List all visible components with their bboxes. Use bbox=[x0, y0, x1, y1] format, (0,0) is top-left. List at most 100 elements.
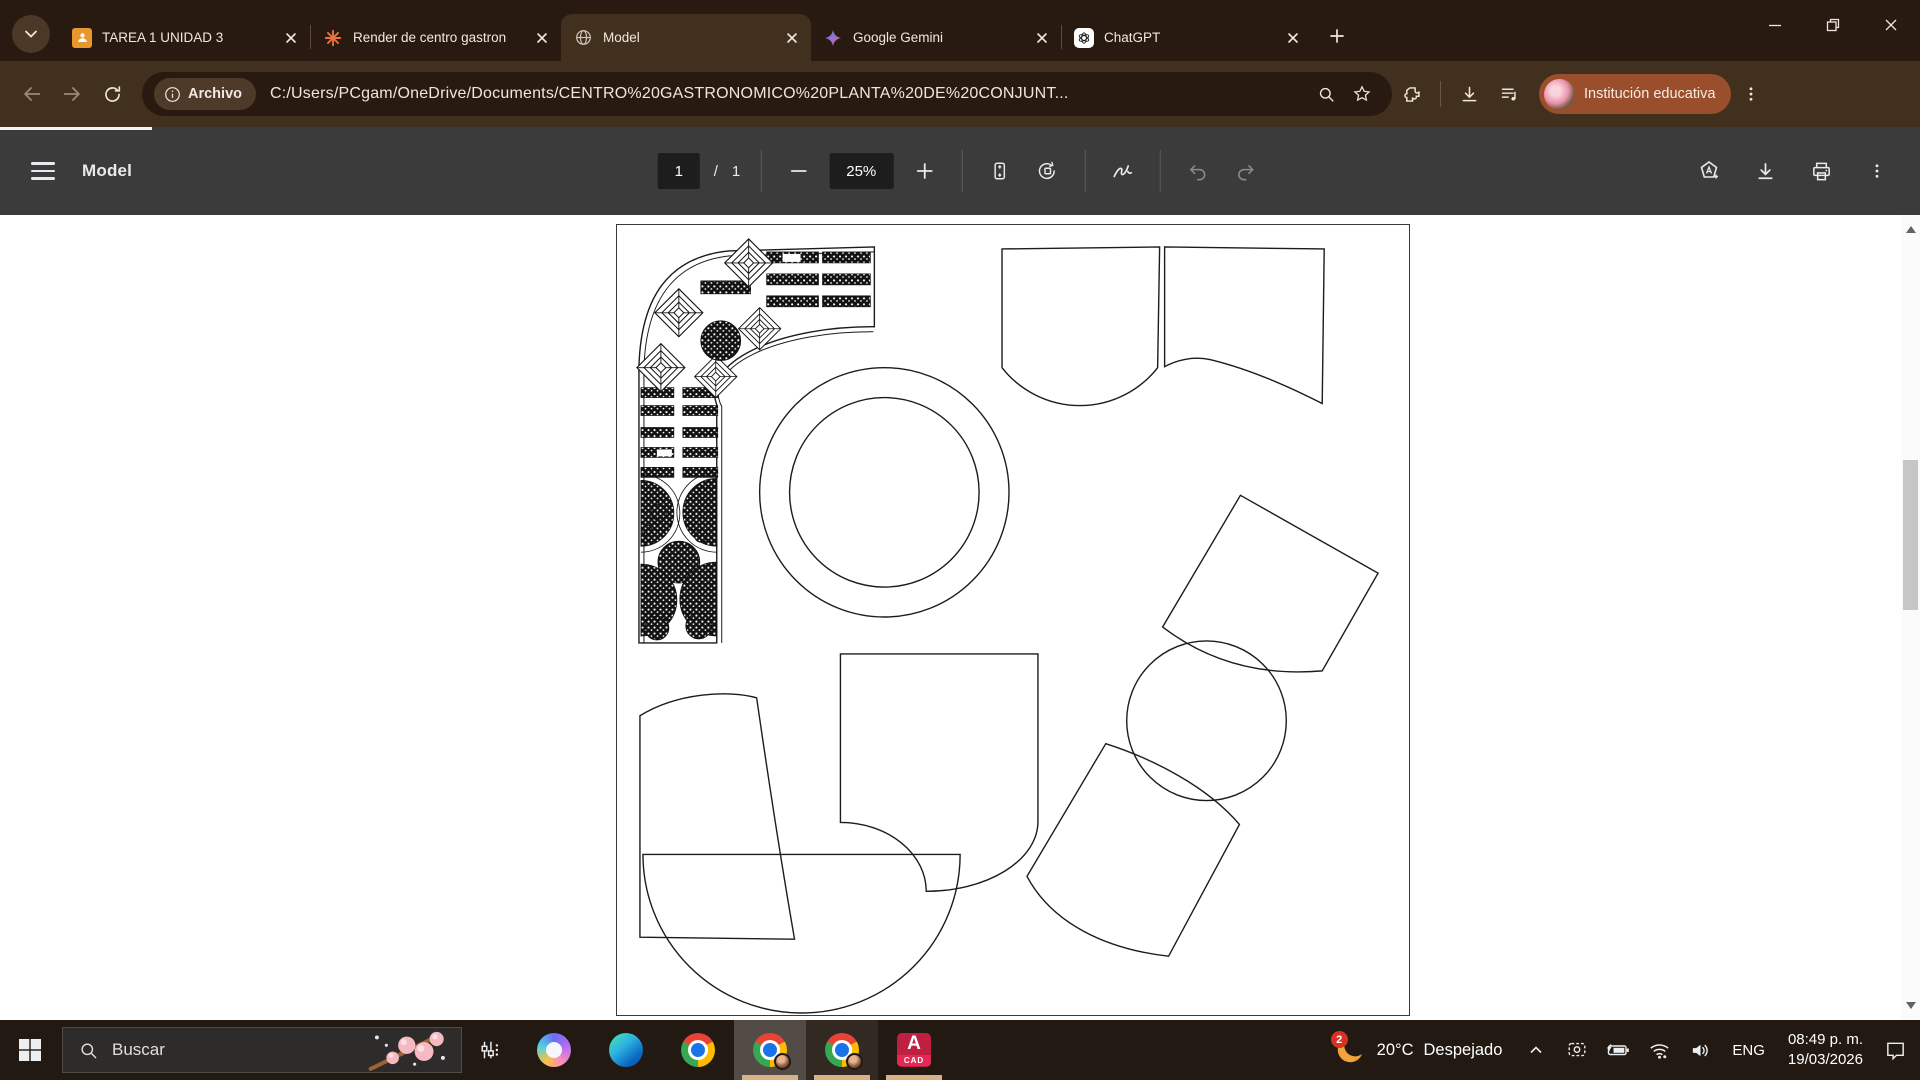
chevron-up-icon bbox=[1528, 1042, 1544, 1058]
keyboard-language[interactable]: ENG bbox=[1728, 1042, 1769, 1059]
zoom-out-button[interactable] bbox=[781, 154, 815, 188]
file-security-chip[interactable]: Archivo bbox=[154, 78, 256, 110]
taskbar-app-chrome[interactable] bbox=[662, 1020, 734, 1080]
action-center-button[interactable] bbox=[1882, 1037, 1908, 1063]
extensions-button[interactable] bbox=[1392, 74, 1432, 114]
address-bar[interactable]: Archivo C:/Users/PCgam/OneDrive/Document… bbox=[142, 72, 1392, 116]
tab-close-icon[interactable] bbox=[531, 27, 553, 49]
kebab-menu-icon bbox=[1868, 162, 1886, 180]
scrollbar-thumb[interactable] bbox=[1903, 460, 1918, 610]
tray-volume-button[interactable] bbox=[1687, 1037, 1713, 1063]
taskbar-app-edge[interactable] bbox=[590, 1020, 662, 1080]
toolbar-separator bbox=[1159, 150, 1160, 192]
pdf-menu-button[interactable] bbox=[26, 154, 60, 188]
zoom-level-value: 25% bbox=[846, 163, 876, 180]
tab-close-icon[interactable] bbox=[1282, 27, 1304, 49]
tab-render-centro-gastronomico[interactable]: Render de centro gastron bbox=[311, 14, 561, 61]
minus-icon bbox=[788, 161, 808, 181]
rotate-button[interactable] bbox=[1030, 154, 1064, 188]
tray-network-button[interactable] bbox=[1646, 1037, 1672, 1063]
media-controls-button[interactable] bbox=[1489, 74, 1529, 114]
battery-charging-icon bbox=[1606, 1038, 1630, 1062]
tab-chatgpt[interactable]: ChatGPT bbox=[1062, 14, 1312, 61]
clock-time: 08:49 p. m. bbox=[1788, 1030, 1863, 1050]
printer-icon bbox=[1810, 160, 1833, 183]
profile-chip[interactable]: Institución educativa bbox=[1539, 74, 1731, 114]
find-in-page-button[interactable] bbox=[1308, 76, 1344, 112]
url-text[interactable]: C:/Users/PCgam/OneDrive/Documents/CENTRO… bbox=[270, 85, 1308, 103]
copilot-icon bbox=[537, 1033, 571, 1067]
pdf-more-button[interactable] bbox=[1860, 154, 1894, 188]
taskbar-clock[interactable]: 08:49 p. m. 19/03/2026 bbox=[1784, 1030, 1867, 1071]
back-button[interactable] bbox=[12, 74, 52, 114]
rotate-icon bbox=[1036, 160, 1058, 182]
task-view-button[interactable] bbox=[462, 1020, 518, 1080]
tab-tarea-1-unidad-3[interactable]: TAREA 1 UNIDAD 3 bbox=[60, 14, 310, 61]
redo-button[interactable] bbox=[1228, 154, 1262, 188]
vertical-scrollbar[interactable] bbox=[1901, 215, 1920, 1020]
annotate-button[interactable] bbox=[1105, 154, 1139, 188]
cherry-blossom-decoration bbox=[351, 1028, 461, 1072]
weather-condition: Despejado bbox=[1424, 1041, 1503, 1060]
bookmark-button[interactable] bbox=[1344, 76, 1380, 112]
classroom-icon bbox=[72, 28, 92, 48]
pdf-download-button[interactable] bbox=[1748, 154, 1782, 188]
tab-title: Google Gemini bbox=[853, 30, 1031, 45]
annotate-ai-button[interactable] bbox=[1692, 154, 1726, 188]
taskbar-app-autocad[interactable]: A CAD bbox=[878, 1020, 950, 1080]
table-gap bbox=[657, 449, 672, 456]
undo-button[interactable] bbox=[1180, 154, 1214, 188]
taskbar-search-box[interactable]: Buscar bbox=[62, 1027, 462, 1073]
security-chip-label: Archivo bbox=[188, 86, 242, 102]
wifi-icon bbox=[1648, 1039, 1671, 1062]
taskbar-app-copilot[interactable] bbox=[518, 1020, 590, 1080]
page-number-input[interactable]: 1 bbox=[658, 153, 700, 189]
tab-close-icon[interactable] bbox=[1031, 27, 1053, 49]
tab-title: ChatGPT bbox=[1104, 30, 1282, 45]
tab-model-active[interactable]: Model bbox=[561, 14, 811, 61]
toolbar-separator bbox=[760, 150, 761, 192]
notification-bubble-icon bbox=[1884, 1039, 1907, 1062]
a-plus-pen-icon bbox=[1697, 159, 1721, 183]
scroll-down-arrow[interactable] bbox=[1901, 997, 1920, 1014]
tab-google-gemini[interactable]: Google Gemini bbox=[811, 14, 1061, 61]
downloads-button[interactable] bbox=[1449, 74, 1489, 114]
fit-to-page-button[interactable] bbox=[982, 154, 1016, 188]
zoom-level-input[interactable]: 25% bbox=[829, 153, 893, 189]
reload-button[interactable] bbox=[92, 74, 132, 114]
taskbar-app-chrome-profile-2[interactable] bbox=[806, 1020, 878, 1080]
chrome-icon bbox=[825, 1033, 859, 1067]
close-window-button[interactable] bbox=[1862, 0, 1920, 50]
pdf-viewer-canvas[interactable] bbox=[0, 215, 1920, 1020]
toolbar-separator bbox=[1440, 81, 1441, 107]
pdf-page bbox=[616, 224, 1410, 1016]
taskbar-app-chrome-profile-1[interactable] bbox=[734, 1020, 806, 1080]
tray-battery-button[interactable] bbox=[1605, 1037, 1631, 1063]
plus-icon bbox=[914, 161, 934, 181]
scroll-up-arrow[interactable] bbox=[1901, 221, 1920, 238]
minimize-button[interactable] bbox=[1746, 0, 1804, 50]
start-button[interactable] bbox=[0, 1020, 60, 1080]
weather-widget[interactable]: 2 20°C Despejado bbox=[1327, 1033, 1509, 1067]
chatgpt-icon bbox=[1074, 28, 1094, 48]
undo-icon bbox=[1186, 160, 1208, 182]
profile-avatar-badge bbox=[774, 1053, 791, 1070]
tab-search-button[interactable] bbox=[12, 15, 50, 53]
gemini-icon bbox=[823, 28, 843, 48]
forward-button[interactable] bbox=[52, 74, 92, 114]
tray-expand-button[interactable] bbox=[1523, 1037, 1549, 1063]
download-icon bbox=[1459, 84, 1480, 105]
zoom-in-button[interactable] bbox=[907, 154, 941, 188]
search-icon bbox=[79, 1041, 98, 1060]
browser-menu-button[interactable] bbox=[1731, 74, 1771, 114]
page-edge-sliver bbox=[0, 127, 152, 130]
new-tab-button[interactable] bbox=[1320, 19, 1354, 53]
download-icon bbox=[1754, 160, 1777, 183]
info-icon bbox=[164, 86, 181, 103]
print-button[interactable] bbox=[1804, 154, 1838, 188]
tray-device-button[interactable] bbox=[1564, 1037, 1590, 1063]
restore-button[interactable] bbox=[1804, 0, 1862, 50]
tab-close-icon[interactable] bbox=[781, 27, 803, 49]
ai-spark-icon bbox=[323, 28, 343, 48]
tab-close-icon[interactable] bbox=[280, 27, 302, 49]
